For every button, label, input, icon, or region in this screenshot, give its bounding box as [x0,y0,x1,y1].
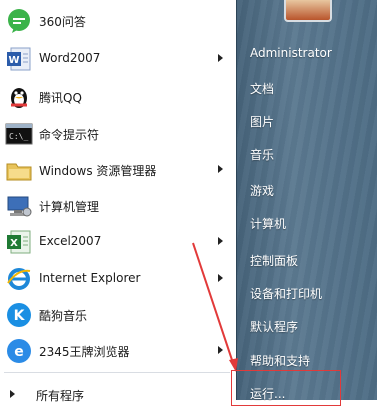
annotation-highlight-box [231,370,341,406]
annotation-arrow [192,242,238,372]
